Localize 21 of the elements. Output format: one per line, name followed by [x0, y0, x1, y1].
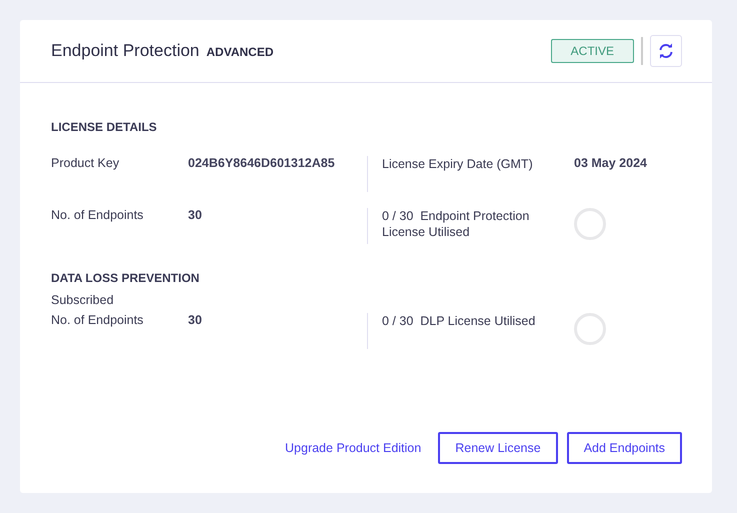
field-value: 30: [188, 208, 202, 222]
usage-text: 0 / 30 DLP License Utilised: [382, 313, 536, 329]
section-title: LICENSE DETAILS: [51, 120, 158, 134]
subscription-status: Subscribed: [51, 293, 115, 307]
card-title: Endpoint Protection: [51, 41, 200, 61]
refresh-icon: [658, 43, 674, 59]
refresh-button[interactable]: [650, 35, 682, 67]
field-value: 03 May 2024: [574, 156, 647, 170]
section-title: DATA LOSS PREVENTION: [51, 271, 200, 285]
field-label: Product Key: [51, 156, 120, 170]
action-button[interactable]: Add Endpoints: [566, 432, 682, 464]
usage-text: 0 / 30 Endpoint Protection License Utilised: [382, 208, 530, 240]
field-value: 30: [188, 313, 202, 327]
field-value: 024B6Y8646D601312A85: [188, 156, 335, 170]
upgrade-link[interactable]: Upgrade Product Edition: [285, 441, 422, 455]
action-button[interactable]: Renew License: [438, 432, 558, 464]
status-badge: ACTIVE: [550, 39, 634, 63]
field-label: No. of Endpoints: [51, 208, 144, 222]
edition-label: ADVANCED: [206, 45, 274, 59]
field-label: License Expiry Date (GMT): [382, 156, 534, 172]
field-label: No. of Endpoints: [51, 313, 144, 327]
